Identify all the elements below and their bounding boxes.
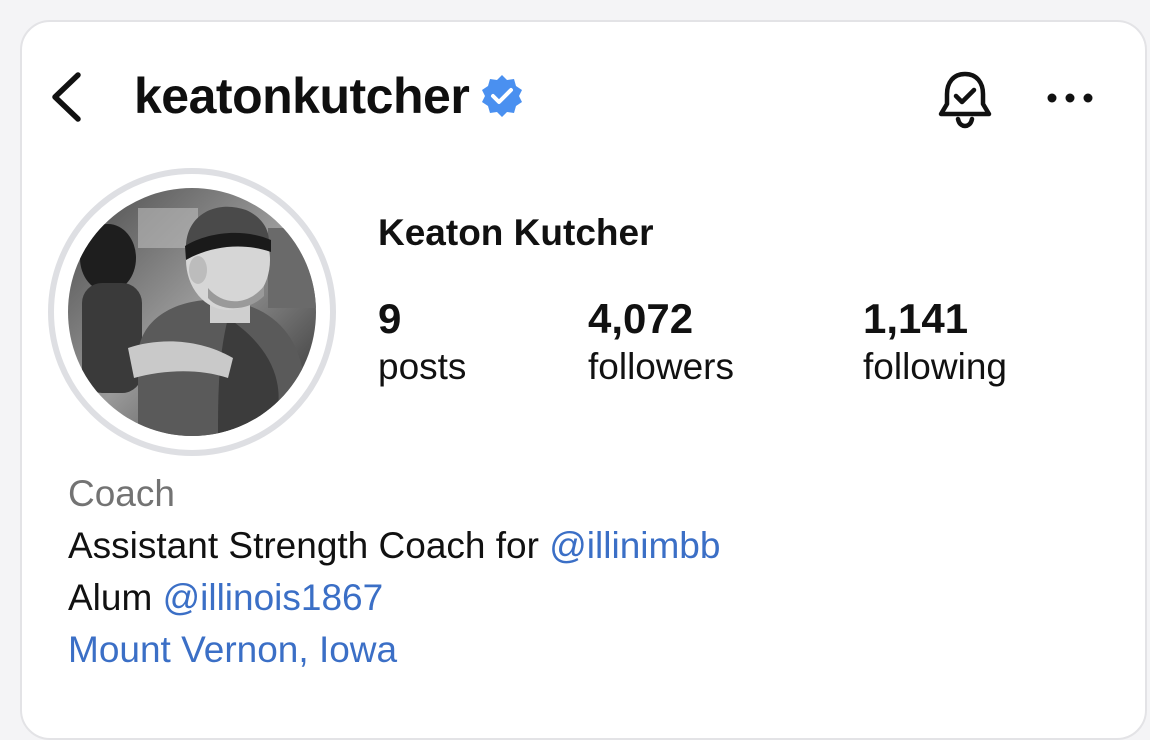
avatar-photo	[68, 188, 316, 436]
posts-label: posts	[378, 346, 467, 387]
profile-avatar[interactable]	[48, 168, 336, 456]
notifications-button[interactable]	[932, 66, 998, 132]
bio-line-2-text: Alum	[68, 577, 163, 618]
more-options-button[interactable]	[1040, 76, 1100, 120]
profile-card: keatonkutcher Keaton Kutcher 9 posts 4,0…	[20, 20, 1147, 740]
posts-count: 9	[378, 295, 402, 342]
posts-stat[interactable]: 9 posts	[378, 294, 466, 390]
username-row: keatonkutcher	[134, 66, 525, 126]
bio-line-1-text: Assistant Strength Coach for	[68, 525, 550, 566]
profile-category: Coach	[68, 473, 175, 514]
followers-label: followers	[588, 346, 734, 387]
bell-check-icon	[938, 71, 992, 129]
location-link[interactable]: Mount Vernon, Iowa	[68, 624, 720, 676]
mention-illinois1867-link[interactable]: @illinois1867	[163, 577, 384, 618]
followers-count: 4,072	[588, 295, 694, 342]
bio-line-2: Alum @illinois1867	[68, 572, 720, 624]
profile-header: keatonkutcher	[22, 22, 1145, 172]
more-horizontal-icon	[1047, 93, 1093, 103]
mention-illinimbb-link[interactable]: @illinimbb	[549, 525, 720, 566]
username: keatonkutcher	[134, 68, 470, 124]
followers-stat[interactable]: 4,072 followers	[588, 294, 734, 390]
following-stat[interactable]: 1,141 following	[863, 294, 1007, 390]
verified-badge-icon	[479, 73, 525, 119]
bio-line-1: Assistant Strength Coach for @illinimbb	[68, 520, 720, 572]
display-name: Keaton Kutcher	[378, 212, 654, 253]
back-button[interactable]	[44, 70, 88, 124]
bio: Coach Assistant Strength Coach for @illi…	[68, 468, 720, 676]
following-count: 1,141	[863, 295, 969, 342]
following-label: following	[863, 346, 1007, 387]
chevron-left-icon	[52, 72, 81, 122]
